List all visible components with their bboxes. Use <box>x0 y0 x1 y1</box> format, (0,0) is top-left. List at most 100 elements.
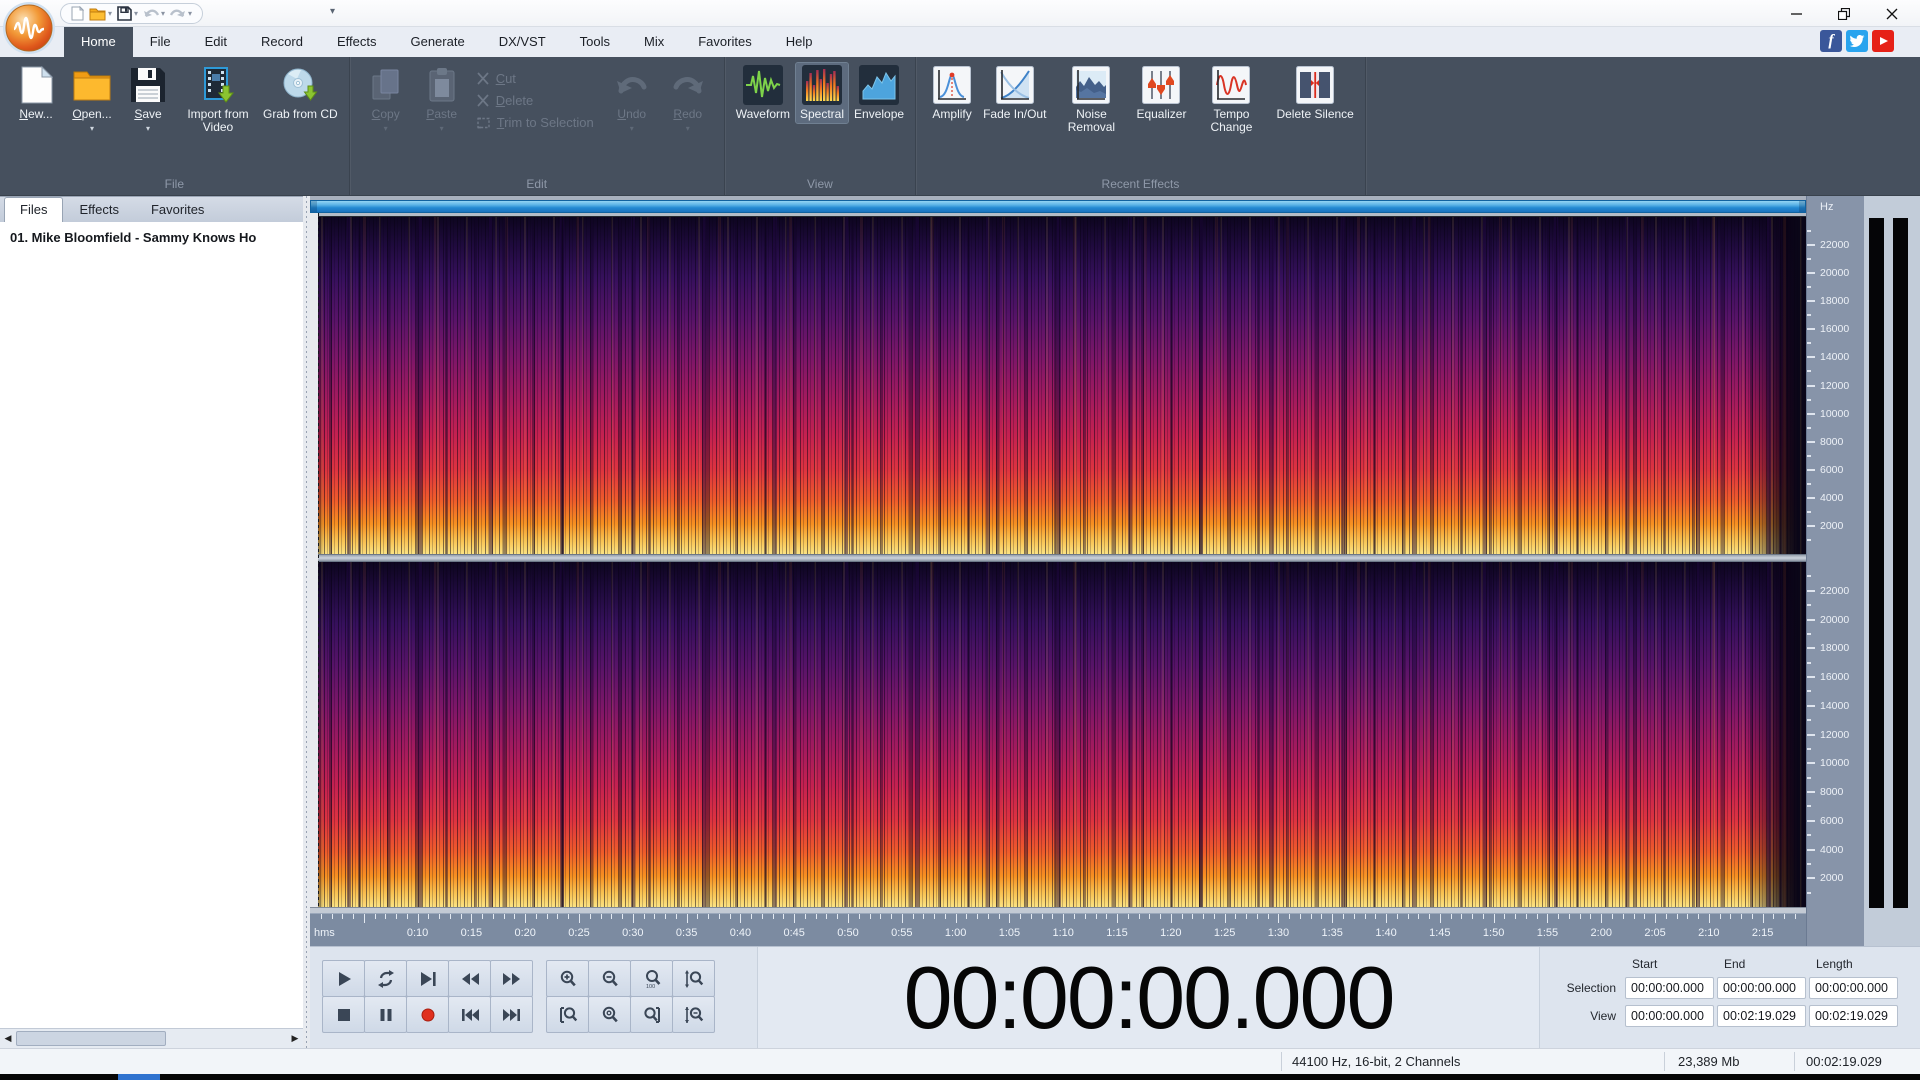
menu-tab-home[interactable]: Home <box>64 27 133 57</box>
fade-in-out-button[interactable]: Fade In/Out <box>983 65 1046 121</box>
fast-forward-button[interactable] <box>490 960 533 997</box>
menu-tab-mix[interactable]: Mix <box>627 27 681 57</box>
youtube-icon[interactable] <box>1872 30 1894 52</box>
frequency-tick <box>1807 356 1815 359</box>
minimize-button[interactable] <box>1772 0 1820 27</box>
restore-button[interactable] <box>1820 0 1868 27</box>
undo-button[interactable]: Undo ▾ <box>607 65 657 135</box>
zoom-out-button[interactable] <box>588 960 631 997</box>
menu-tab-record[interactable]: Record <box>244 27 320 57</box>
ruler-tick <box>783 914 785 919</box>
zoom-selection-end-button[interactable] <box>630 996 673 1033</box>
redo-button[interactable]: Redo ▾ <box>663 65 713 135</box>
envelope-button[interactable]: Envelope <box>854 65 904 121</box>
quick-open-icon[interactable]: ▾ <box>89 7 112 21</box>
ruler-tick <box>1794 914 1796 919</box>
ruler-tick <box>837 914 839 919</box>
open-button[interactable]: Open... ▾ <box>67 65 117 135</box>
zoom-selection-start-button[interactable] <box>546 996 589 1033</box>
panel-tab-files[interactable]: Files <box>4 197 64 222</box>
quick-redo-icon[interactable]: ▾ <box>170 7 192 20</box>
stop-button[interactable] <box>322 996 365 1033</box>
panel-splitter[interactable] <box>303 196 310 1048</box>
import-from-video-button[interactable]: Import from Video <box>179 65 257 134</box>
file-list-horizontal-scrollbar[interactable]: ◀ ▶ <box>0 1028 303 1048</box>
go-to-end-button[interactable] <box>490 996 533 1033</box>
record-button[interactable] <box>406 996 449 1033</box>
dropdown-arrow-icon[interactable]: ▾ <box>108 9 112 18</box>
trim-to-selection-button[interactable]: Trim to Selection <box>476 115 594 130</box>
ruler-tick <box>1719 914 1721 919</box>
dropdown-arrow-icon[interactable]: ▾ <box>134 9 138 18</box>
play-button[interactable] <box>322 960 365 997</box>
dropdown-arrow-icon[interactable]: ▾ <box>161 9 165 18</box>
zoom-in-button[interactable] <box>546 960 589 997</box>
menu-tab-edit[interactable]: Edit <box>188 27 244 57</box>
tempo-change-button[interactable]: Tempo Change <box>1192 65 1270 134</box>
delete-button[interactable]: Delete <box>476 93 594 108</box>
save-button[interactable]: Save ▾ <box>123 65 173 135</box>
scroll-right-icon[interactable]: ▶ <box>287 1029 303 1048</box>
selection-end-field[interactable]: 00:00:00.000 <box>1717 977 1806 999</box>
cut-button[interactable]: Cut <box>476 71 594 86</box>
quick-access-customize-icon[interactable]: ▾ <box>330 6 335 17</box>
waveform-position-scrollbar[interactable] <box>310 200 1806 213</box>
equalizer-button[interactable]: Equalizer <box>1136 65 1186 121</box>
spectrogram-channel-left[interactable] <box>310 217 1806 554</box>
ruler-tick <box>1020 914 1022 919</box>
loop-button[interactable] <box>364 960 407 997</box>
close-button[interactable] <box>1868 0 1916 27</box>
quick-save-icon[interactable]: ▾ <box>117 6 138 21</box>
scroll-left-icon[interactable]: ◀ <box>0 1029 16 1048</box>
rewind-button[interactable] <box>448 960 491 997</box>
view-start-field[interactable]: 00:00:00.000 <box>1625 1005 1714 1027</box>
record-icon <box>418 1005 438 1025</box>
button-label: Save <box>134 107 162 121</box>
dropdown-arrow-icon: ▾ <box>89 124 94 133</box>
qat-undo-icon <box>143 7 160 20</box>
facebook-icon[interactable]: f <box>1820 30 1842 52</box>
cut-icon <box>476 71 490 86</box>
new-button[interactable]: New... <box>11 65 61 121</box>
paste-button[interactable]: Paste ▾ <box>417 65 467 135</box>
ruler-tick <box>891 914 893 919</box>
zoom-full-button[interactable] <box>588 996 631 1033</box>
menu-tab-generate[interactable]: Generate <box>393 27 481 57</box>
menu-tab-tools[interactable]: Tools <box>563 27 627 57</box>
quick-new-icon[interactable] <box>71 6 84 21</box>
menu-tab-favorites[interactable]: Favorites <box>681 27 768 57</box>
view-length-field[interactable]: 00:02:19.029 <box>1809 1005 1898 1027</box>
frequency-tick <box>1807 762 1815 765</box>
selection-length-field[interactable]: 00:00:00.000 <box>1809 977 1898 999</box>
zoom-vertical-out-button[interactable] <box>672 996 715 1033</box>
spectrogram-channel-right[interactable] <box>310 562 1806 907</box>
grab-from-cd-button[interactable]: Grab from CD <box>263 65 338 121</box>
file-list-item[interactable]: 01. Mike Bloomfield - Sammy Knows Ho <box>0 222 303 249</box>
amplify-button[interactable]: Amplify <box>927 65 977 121</box>
copy-button[interactable]: Copy ▾ <box>361 65 411 135</box>
menu-tab-help[interactable]: Help <box>769 27 830 57</box>
quick-undo-icon[interactable]: ▾ <box>143 7 165 20</box>
go-to-start-button[interactable] <box>448 996 491 1033</box>
delete-silence-button[interactable]: Delete Silence <box>1276 65 1354 121</box>
scrollbar-thumb[interactable] <box>16 1031 166 1046</box>
play-to-end-button[interactable] <box>406 960 449 997</box>
timeline-ruler[interactable]: hms 0:10 0:15 0:20 0:25 0:30 0:35 0:40 0:45 0:50… <box>310 913 1806 946</box>
twitter-icon[interactable] <box>1846 30 1868 52</box>
menu-tab-dx-vst[interactable]: DX/VST <box>482 27 563 57</box>
noise-removal-button[interactable]: Noise Removal <box>1052 65 1130 134</box>
menu-tab-file[interactable]: File <box>133 27 188 57</box>
spectral-button[interactable]: Spectral <box>794 62 850 124</box>
selection-start-field[interactable]: 00:00:00.000 <box>1625 977 1714 999</box>
waveform-button[interactable]: Waveform <box>736 65 790 121</box>
panel-tab-favorites[interactable]: Favorites <box>135 197 220 222</box>
panel-tab-effects[interactable]: Effects <box>63 197 135 222</box>
ruler-tick <box>1601 914 1603 923</box>
pause-button[interactable] <box>364 996 407 1033</box>
playhead-cursor[interactable] <box>318 213 319 907</box>
menu-tab-effects[interactable]: Effects <box>320 27 394 57</box>
zoom-100-button[interactable]: 100 <box>630 960 673 997</box>
zoom-vertical-in-button[interactable] <box>672 960 715 997</box>
dropdown-arrow-icon[interactable]: ▾ <box>188 9 192 18</box>
view-end-field[interactable]: 00:02:19.029 <box>1717 1005 1806 1027</box>
